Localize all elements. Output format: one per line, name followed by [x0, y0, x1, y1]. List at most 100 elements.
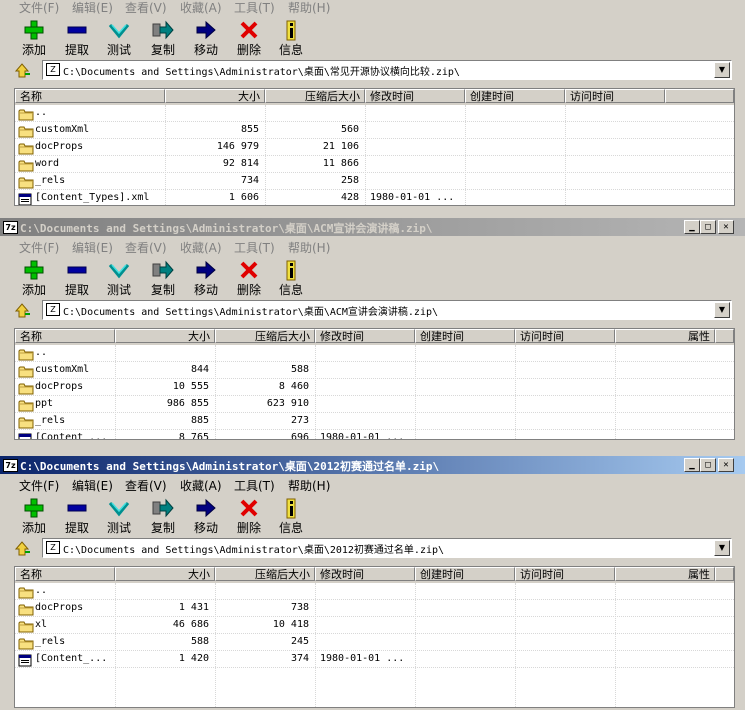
menu-item[interactable]: 编辑(E)	[72, 239, 113, 256]
file-row[interactable]: _rels 588 245	[15, 634, 734, 651]
info-button[interactable]: 信息	[269, 16, 313, 58]
chevron-down-icon[interactable]: ▼	[714, 62, 730, 78]
menu-item[interactable]: 收藏(A)	[180, 0, 222, 16]
file-row[interactable]: customXml 855 560	[15, 122, 734, 139]
menu-item[interactable]: 帮助(H)	[288, 0, 330, 16]
file-packed-size: 11 866	[322, 158, 359, 169]
test-button[interactable]: 测试	[97, 256, 141, 298]
column-header[interactable]: 名称	[15, 567, 115, 581]
menu-item[interactable]: 收藏(A)	[180, 477, 222, 494]
file-list[interactable]: 名称 大小 压缩后大小 修改时间 创建时间 访问时间 .. customXml 855 5…	[14, 88, 735, 206]
menu-item[interactable]: 查看(V)	[125, 477, 167, 494]
column-header[interactable]: 修改时间	[365, 89, 465, 103]
menu-item[interactable]: 工具(T)	[234, 239, 275, 256]
minimize-button[interactable]: ▁	[684, 458, 700, 472]
title-bar[interactable]: 7z C:\Documents and Settings\Administrat…	[0, 218, 745, 236]
address-combobox[interactable]: Z C:\Documents and Settings\Administrato…	[42, 60, 732, 80]
file-list[interactable]: 名称 大小 压缩后大小 修改时间 创建时间 访问时间 属性 .. customXml 844…	[14, 328, 735, 440]
file-row[interactable]: xl 46 686 10 418	[15, 617, 734, 634]
folder-up-icon[interactable]	[14, 539, 32, 560]
extract-button[interactable]: 提取	[55, 494, 99, 536]
column-header[interactable]: 压缩后大小	[215, 329, 315, 343]
chevron-down-icon[interactable]: ▼	[714, 540, 730, 556]
move-button[interactable]: 移动	[184, 494, 228, 536]
column-header[interactable]: 属性	[615, 567, 715, 581]
archive-window-3: 7z C:\Documents and Settings\Administrat…	[0, 456, 745, 710]
file-name-cell: docProps	[15, 141, 163, 155]
column-header[interactable]: 压缩后大小	[265, 89, 365, 103]
file-row[interactable]: docProps 10 555 8 460	[15, 379, 734, 396]
column-header[interactable]: 创建时间	[415, 567, 515, 581]
file-row[interactable]: ..	[15, 583, 734, 600]
chevron-down-icon[interactable]: ▼	[714, 302, 730, 318]
info-button[interactable]: 信息	[269, 494, 313, 536]
test-button[interactable]: 测试	[97, 494, 141, 536]
extract-button[interactable]: 提取	[55, 256, 99, 298]
column-header[interactable]: 大小	[165, 89, 265, 103]
menu-item[interactable]: 文件(F)	[19, 477, 59, 494]
delete-button[interactable]: 删除	[227, 256, 271, 298]
file-row[interactable]: docProps 1 431 738	[15, 600, 734, 617]
folder-up-icon[interactable]	[14, 61, 32, 82]
close-button[interactable]: ✕	[718, 220, 734, 234]
column-header[interactable]: 名称	[15, 89, 165, 103]
file-row[interactable]: _rels 734 258	[15, 173, 734, 190]
extract-button[interactable]: 提取	[55, 16, 99, 58]
file-row[interactable]: docProps 146 979 21 106	[15, 139, 734, 156]
menu-item[interactable]: 编辑(E)	[72, 0, 113, 16]
file-row[interactable]: [Content_... 1 420 374 1980-01-01 ...	[15, 651, 734, 668]
menu-item[interactable]: 工具(T)	[234, 0, 275, 16]
menu-item[interactable]: 文件(F)	[19, 0, 59, 16]
delete-button[interactable]: 删除	[227, 16, 271, 58]
file-row[interactable]: ppt 986 855 623 910	[15, 396, 734, 413]
delete-button[interactable]: 删除	[227, 494, 271, 536]
maximize-button[interactable]: □	[700, 220, 716, 234]
copy-button[interactable]: 复制	[141, 494, 185, 536]
menu-item[interactable]: 帮助(H)	[288, 477, 330, 494]
move-button[interactable]: 移动	[184, 256, 228, 298]
menu-item[interactable]: 收藏(A)	[180, 239, 222, 256]
add-button[interactable]: 添加	[12, 256, 56, 298]
add-button[interactable]: 添加	[12, 16, 56, 58]
address-combobox[interactable]: Z C:\Documents and Settings\Administrato…	[42, 300, 732, 320]
column-header[interactable]: 创建时间	[465, 89, 565, 103]
file-row[interactable]: ..	[15, 105, 734, 122]
test-button[interactable]: 测试	[97, 16, 141, 58]
add-button[interactable]: 添加	[12, 494, 56, 536]
address-bar: Z C:\Documents and Settings\Administrato…	[0, 298, 745, 322]
column-header[interactable]: 压缩后大小	[215, 567, 315, 581]
file-row[interactable]: [Content_Types].xml 1 606 428 1980-01-01…	[15, 190, 734, 205]
copy-button[interactable]: 复制	[141, 16, 185, 58]
column-header[interactable]: 名称	[15, 329, 115, 343]
menu-item[interactable]: 帮助(H)	[288, 239, 330, 256]
address-combobox[interactable]: Z C:\Documents and Settings\Administrato…	[42, 538, 732, 558]
copy-button[interactable]: 复制	[141, 256, 185, 298]
menu-item[interactable]: 编辑(E)	[72, 477, 113, 494]
column-header[interactable]: 访问时间	[515, 329, 615, 343]
column-header[interactable]: 大小	[115, 567, 215, 581]
file-list[interactable]: 名称 大小 压缩后大小 修改时间 创建时间 访问时间 属性 .. docProps 1 43…	[14, 566, 735, 708]
move-button[interactable]: 移动	[184, 16, 228, 58]
file-row[interactable]: [Content_... 8 765 696 1980-01-01 ...	[15, 430, 734, 439]
file-row[interactable]: ..	[15, 345, 734, 362]
title-bar[interactable]: 7z C:\Documents and Settings\Administrat…	[0, 456, 745, 474]
column-header[interactable]: 创建时间	[415, 329, 515, 343]
column-header[interactable]: 大小	[115, 329, 215, 343]
info-button[interactable]: 信息	[269, 256, 313, 298]
column-header[interactable]: 访问时间	[515, 567, 615, 581]
minimize-button[interactable]: ▁	[684, 220, 700, 234]
menu-item[interactable]: 工具(T)	[234, 477, 275, 494]
column-header[interactable]: 修改时间	[315, 567, 415, 581]
column-header[interactable]: 访问时间	[565, 89, 665, 103]
file-row[interactable]: word 92 814 11 866	[15, 156, 734, 173]
folder-up-icon[interactable]	[14, 301, 32, 322]
maximize-button[interactable]: □	[700, 458, 716, 472]
close-button[interactable]: ✕	[718, 458, 734, 472]
menu-item[interactable]: 查看(V)	[125, 239, 167, 256]
file-row[interactable]: customXml 844 588	[15, 362, 734, 379]
column-header[interactable]: 修改时间	[315, 329, 415, 343]
menu-item[interactable]: 查看(V)	[125, 0, 167, 16]
file-row[interactable]: _rels 885 273	[15, 413, 734, 430]
column-header[interactable]: 属性	[615, 329, 715, 343]
menu-item[interactable]: 文件(F)	[19, 239, 59, 256]
